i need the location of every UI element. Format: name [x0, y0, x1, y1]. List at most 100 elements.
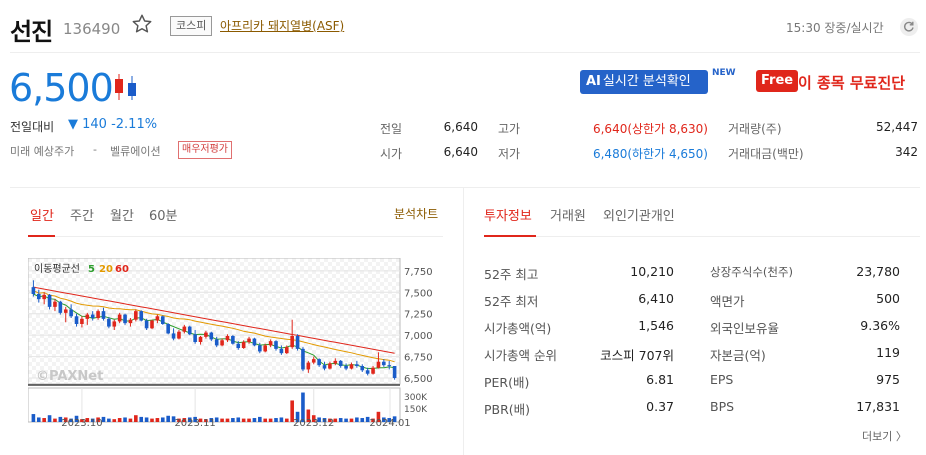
info-value: 9.36% [860, 318, 900, 333]
candle-body [258, 345, 262, 352]
info-label: BPS [710, 399, 735, 414]
candle-body [74, 316, 79, 324]
candle-body [128, 319, 133, 324]
stock-code: 136490 [63, 20, 121, 38]
volume-bar [31, 414, 36, 422]
candle-body [360, 366, 365, 371]
open-label: 시가 [380, 147, 403, 161]
volume-bar [150, 418, 154, 422]
analysis-chart-link[interactable]: 분석차트 [394, 205, 438, 222]
candle-body [252, 338, 257, 346]
candle-body [58, 301, 63, 313]
volume-bar [47, 415, 52, 422]
tab-foreign-institution[interactable]: 외인기관개인 [603, 205, 675, 224]
candle-body [365, 370, 370, 374]
free-badge[interactable]: Free [756, 70, 799, 92]
tab-invest-info[interactable]: 투자정보 [484, 205, 532, 224]
chart-tabs-line [28, 236, 443, 237]
candle-body [241, 342, 246, 348]
expected-price-label: 미래 예상주가 [10, 145, 75, 158]
info-label: PER(배) [484, 375, 530, 390]
y-tick-label: 7,000 [404, 331, 433, 342]
candle-body [295, 336, 300, 349]
tab-60min[interactable]: 60분 [149, 205, 178, 224]
volume-bar [247, 418, 251, 422]
info-label: 52주 최고 [484, 267, 539, 282]
stock-name: 선진 [10, 18, 53, 46]
y-tick-label: 6,750 [404, 353, 433, 364]
candle-body [177, 331, 181, 339]
more-link[interactable]: 더보기 〉 [862, 428, 907, 444]
theme-link[interactable]: 아프리카 돼지열병(ASF) [220, 17, 344, 34]
update-time: 15:30 장중/실시간 [786, 21, 884, 35]
star-icon[interactable] [131, 13, 153, 35]
candle-body [139, 311, 144, 321]
chart-svg: 7,750 7,500 7,250 7,000 6,750 6,500 300K 150K 2… [27, 257, 433, 429]
volume-bar [155, 418, 160, 422]
candle-body [166, 324, 170, 334]
candle-body [31, 287, 36, 294]
info-label: 시가총액 순위 [484, 348, 557, 363]
volume-bar [220, 418, 224, 422]
legend-ma5: 5 [88, 264, 95, 275]
candle-body [268, 341, 273, 346]
price-chart[interactable]: 7,750 7,500 7,250 7,000 6,750 6,500 300K 150K 2… [27, 257, 438, 429]
volume-label: 거래량(주) [728, 122, 782, 136]
candle-body [349, 364, 354, 369]
volume-bar [107, 418, 111, 422]
candle-body [220, 340, 224, 346]
candle-body [36, 294, 41, 300]
info-label: 자본금(억) [710, 348, 766, 363]
info-value: 코스피 707위 [600, 348, 674, 363]
candle-body [290, 336, 294, 348]
tab-brokers[interactable]: 거래원 [550, 205, 586, 224]
low-value: 6,480(하한가 4,650) [592, 147, 708, 161]
daily-tab-underline [28, 235, 55, 237]
info-label: EPS [710, 372, 734, 387]
x-tick-label: 2023.11 [174, 418, 215, 428]
section-divider [10, 187, 920, 188]
candle-body [371, 367, 375, 374]
tab-daily[interactable]: 일간 [30, 205, 54, 224]
candle-body [274, 341, 278, 349]
volume-bar [112, 419, 117, 422]
info-value: 1,546 [638, 318, 674, 333]
candle-body [214, 339, 219, 346]
refresh-icon[interactable] [900, 18, 918, 36]
amount-value: 342 [895, 145, 918, 159]
candle-body [134, 311, 138, 320]
volume-bar [344, 418, 348, 422]
volume-frame [27, 387, 401, 423]
volume-bar [263, 418, 268, 422]
candle-body [376, 361, 381, 368]
candle-body [279, 348, 284, 354]
volume-bar [139, 416, 144, 422]
change-value: ▼ 140 -2.11% [68, 117, 158, 132]
candle-body [171, 333, 176, 339]
candle-body [231, 336, 235, 344]
candle-body [306, 362, 311, 370]
tab-weekly[interactable]: 주간 [70, 205, 94, 224]
legend-label: 이동평균선 [34, 263, 80, 275]
candle-body [63, 309, 68, 313]
invest-tab-underline [484, 235, 536, 237]
volume-bar [268, 418, 273, 422]
candle-body [301, 348, 305, 370]
info-value: 975 [876, 372, 900, 387]
valuation-badge[interactable]: 매우저평가 [178, 141, 232, 159]
x-tick-label: 2023.12 [293, 418, 334, 428]
candle-body [90, 314, 95, 318]
info-value: 6,410 [638, 291, 674, 306]
candle-body [144, 320, 149, 329]
info-label: 시가총액(억) [484, 321, 552, 336]
y-tick-label: 7,500 [404, 288, 433, 299]
volume-bar [160, 417, 165, 422]
volume-bar [236, 417, 241, 422]
free-diagnosis-link[interactable]: 이 종목 무료진단 [798, 72, 905, 93]
candle-body [160, 316, 165, 324]
volume-bar [284, 418, 289, 422]
tab-monthly[interactable]: 월간 [110, 205, 134, 224]
ai-analysis-button[interactable]: AI 실시간 분석확인 [580, 70, 708, 94]
candle-body [333, 360, 338, 364]
candle-body [382, 361, 386, 366]
